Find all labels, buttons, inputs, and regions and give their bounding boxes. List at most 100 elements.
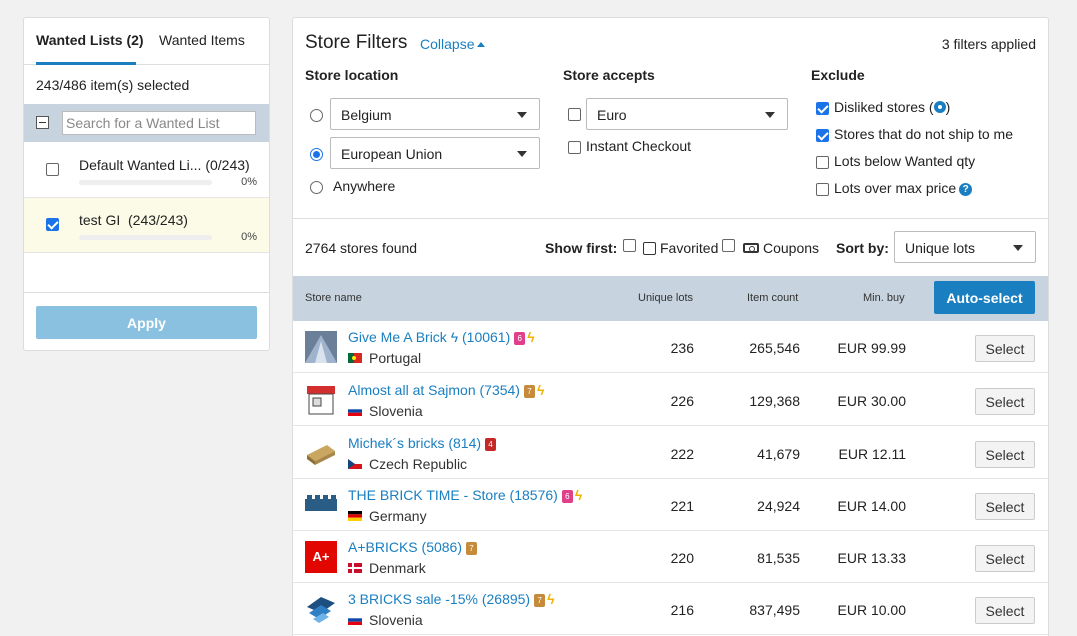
wanted-list-item[interactable]: test GI (243/243) 0% [24, 198, 269, 253]
store-logo [307, 445, 335, 465]
location-country-value: Belgium [341, 107, 392, 123]
wanted-list-checkbox[interactable] [46, 163, 59, 176]
chevron-down-icon [517, 151, 527, 157]
wanted-list-item[interactable]: Default Wanted Li... (0/243) 0% [24, 143, 269, 198]
location-region-select[interactable]: European Union [330, 137, 540, 169]
col-item-count[interactable]: Item count [747, 292, 798, 304]
caret-up-icon [477, 42, 486, 47]
select-store-button[interactable]: Select [975, 388, 1035, 415]
chevron-down-icon [1013, 245, 1023, 251]
exclude-no-ship-checkbox[interactable] [816, 129, 829, 142]
tab-wanted-items[interactable]: Wanted Items [159, 32, 245, 48]
min-buy-value: EUR 99.99 [837, 340, 906, 356]
store-badge-icon: 7 [466, 542, 477, 555]
store-name-link[interactable]: Give Me A Brick ϟ (10061) [348, 329, 510, 345]
unique-lots-value: 221 [670, 498, 694, 514]
collapse-link[interactable]: Collapse [420, 36, 486, 52]
wanted-list-search-input[interactable] [62, 111, 256, 135]
col-store-name[interactable]: Store name [305, 292, 362, 304]
czech-flag-icon [348, 459, 362, 469]
wanted-list-count: (243/243) [128, 212, 188, 228]
exclude-disliked-checkbox[interactable] [816, 102, 829, 115]
lightning-icon: ϟ [574, 487, 583, 503]
wanted-list-checkbox[interactable] [46, 218, 59, 231]
stores-found-text: 2764 stores found [305, 240, 418, 256]
currency-select[interactable]: Euro [586, 98, 788, 130]
coupons-text: Coupons [763, 240, 820, 256]
instant-checkout-label: Instant Checkout [586, 138, 692, 154]
currency-value: Euro [597, 107, 627, 123]
location-region-value: European Union [341, 146, 443, 162]
exclude-heading: Exclude [811, 67, 865, 83]
lightning-icon: ϟ [547, 591, 555, 607]
wanted-list-percent: 0% [241, 231, 257, 243]
store-country: Denmark [369, 560, 426, 576]
wanted-list-progress-bar [79, 235, 212, 240]
apply-area: Apply [24, 292, 269, 350]
item-count-value: 265,546 [749, 340, 800, 356]
store-name-link[interactable]: Michek´s bricks (814) [348, 435, 481, 451]
help-icon[interactable]: ? [959, 183, 973, 196]
currency-checkbox[interactable] [568, 108, 581, 121]
select-store-button[interactable]: Select [975, 335, 1035, 362]
store-badge-icon: 7 [523, 385, 535, 398]
chevron-down-icon [517, 112, 527, 118]
exclude-below-qty-label: Lots below Wanted qty [834, 153, 976, 169]
wanted-search-row [24, 104, 269, 142]
store-name-link[interactable]: THE BRICK TIME - Store (18576) [348, 487, 558, 503]
table-row: Almost all at Sajmon (7354) 7 ϟ Slovenia 2… [293, 374, 1048, 426]
denmark-flag-icon [348, 563, 362, 573]
location-anywhere-label: Anywhere [333, 178, 396, 194]
coupon-icon [743, 243, 759, 253]
table-row: 3 BRICKS sale -15% (26895) 7 ϟ Slovenia 21… [293, 583, 1048, 635]
select-all-toggle[interactable] [36, 116, 49, 129]
location-region-radio[interactable] [310, 148, 323, 161]
location-country-select[interactable]: Belgium [330, 98, 540, 130]
store-name-link[interactable]: A+BRICKS (5086) [348, 539, 462, 555]
instant-checkout-checkbox[interactable] [568, 141, 581, 154]
gear-icon[interactable] [933, 101, 946, 113]
selected-count-text: 243/486 item(s) selected [36, 77, 190, 93]
show-coupons-checkbox[interactable] [722, 239, 735, 252]
tab-wanted-lists[interactable]: Wanted Lists (2) [36, 32, 144, 48]
store-badge-icon: 6 [561, 490, 573, 503]
active-tab-indicator [36, 62, 136, 65]
sort-by-select[interactable]: Unique lots [894, 231, 1036, 263]
store-country: Slovenia [369, 403, 423, 419]
lightning-icon: ϟ [536, 382, 545, 398]
store-logo: A+ [305, 541, 337, 573]
select-store-button[interactable]: Select [975, 441, 1035, 468]
select-store-button[interactable]: Select [975, 493, 1035, 520]
store-logo [305, 495, 337, 511]
store-country: Slovenia [369, 612, 423, 628]
location-country-radio[interactable] [310, 109, 323, 122]
unique-lots-value: 216 [670, 602, 694, 618]
store-logo [305, 331, 337, 363]
exclude-below-qty-checkbox[interactable] [816, 156, 829, 169]
col-unique-lots[interactable]: Unique lots [638, 292, 693, 304]
show-first-label: Show first: [545, 240, 618, 256]
store-name-link[interactable]: 3 BRICKS sale -15% (26895) [348, 591, 530, 607]
location-anywhere-radio[interactable] [310, 181, 323, 194]
show-favorited-checkbox[interactable] [623, 239, 636, 252]
select-store-button[interactable]: Select [975, 597, 1035, 624]
auto-select-button[interactable]: Auto-select [934, 281, 1035, 314]
col-min-buy[interactable]: Min. buy [863, 292, 905, 304]
favorited-label: Favorited [643, 240, 718, 256]
store-filters-title: Store Filters [305, 32, 408, 53]
exclude-max-price-checkbox[interactable] [816, 183, 829, 196]
filters-divider [293, 218, 1048, 219]
table-row: THE BRICK TIME - Store (18576) 6 ϟ Germany… [293, 479, 1048, 531]
min-buy-value: EUR 10.00 [837, 602, 906, 618]
apply-button[interactable]: Apply [36, 306, 257, 339]
store-name-link[interactable]: Almost all at Sajmon (7354) [348, 382, 520, 398]
item-count-value: 129,368 [749, 393, 800, 409]
table-row: Michek´s bricks (814) 4 Czech Republic 22… [293, 427, 1048, 479]
exclude-disliked-text: Disliked stores ( [834, 99, 934, 115]
select-store-button[interactable]: Select [975, 545, 1035, 572]
store-filters-panel: Store Filters Collapse 3 filters applied… [292, 17, 1049, 636]
portugal-flag-icon [348, 353, 362, 363]
unique-lots-value: 222 [670, 446, 694, 462]
thumbs-up-icon [643, 242, 656, 255]
table-row: A+ A+BRICKS (5086) 7 Denmark 220 81,535 E… [293, 531, 1048, 583]
